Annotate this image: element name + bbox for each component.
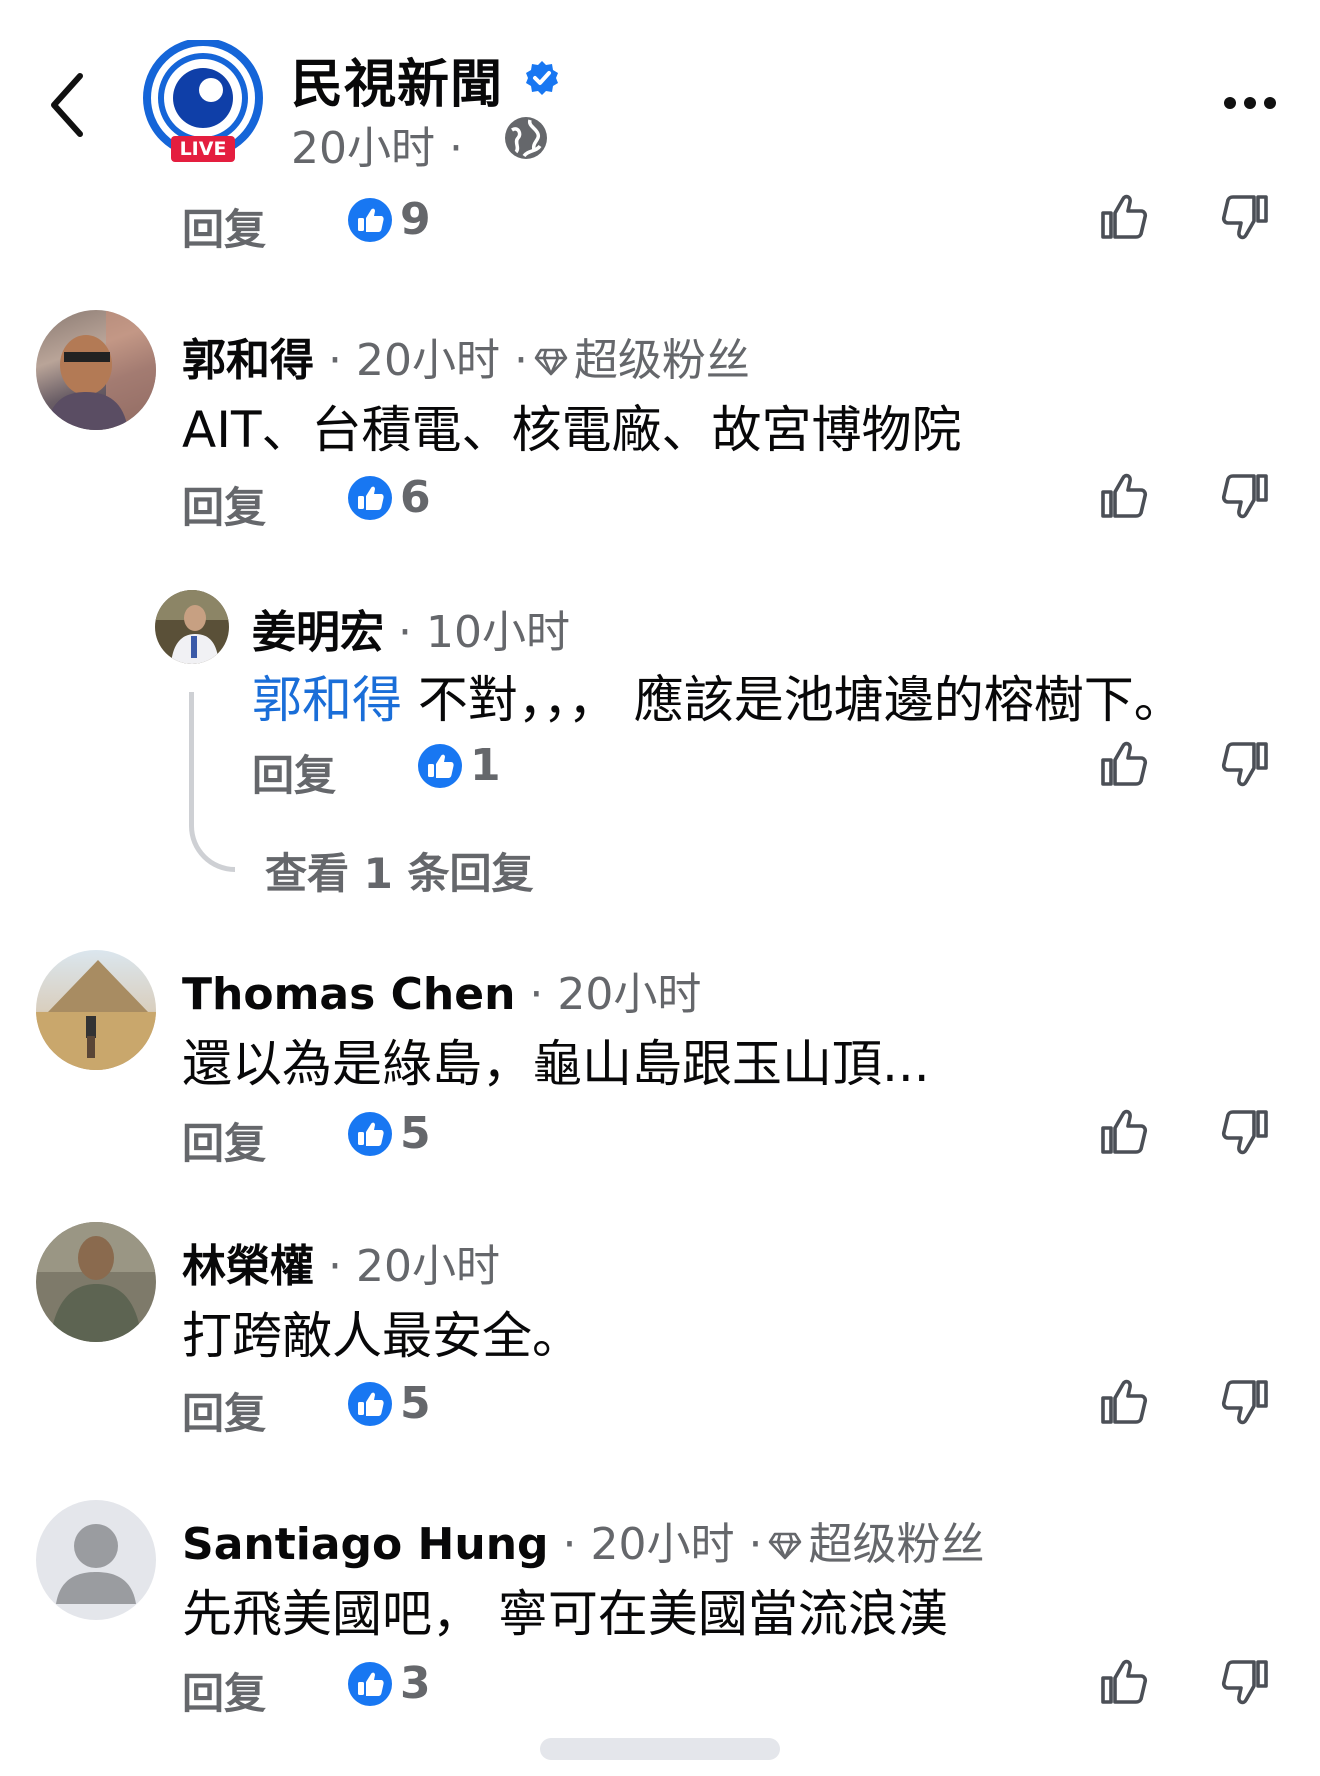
upvote-icon[interactable] (1097, 738, 1149, 790)
downvote-icon[interactable] (1220, 191, 1272, 243)
downvote-icon[interactable] (1220, 1376, 1272, 1428)
avatar[interactable] (36, 1222, 156, 1342)
comment-author[interactable]: 林榮權 (182, 1241, 314, 1292)
avatar[interactable] (36, 310, 156, 430)
like-count-number: 3 (400, 1658, 431, 1709)
avatar[interactable] (36, 1500, 156, 1620)
avatar[interactable] (36, 950, 156, 1070)
comment-text-container: 郭和得 不對，，， 應該是池塘邊的榕樹下。 (252, 660, 1184, 732)
reply-button[interactable]: 回复 (182, 474, 266, 535)
reaction-count[interactable]: 1 (418, 740, 501, 791)
like-count-number: 9 (400, 194, 431, 245)
like-reaction-icon (348, 198, 392, 242)
home-indicator (540, 1738, 780, 1760)
comment-timestamp: · 20小时 (529, 969, 702, 1020)
comment-text: AIT、台積電、核電廠、故宮博物院 (182, 401, 962, 459)
upvote-icon[interactable] (1097, 470, 1149, 522)
comment-author[interactable]: 郭和得 (182, 335, 314, 386)
mention-link[interactable]: 郭和得 (252, 671, 402, 729)
upvote-icon[interactable] (1097, 1376, 1149, 1428)
like-reaction-icon (348, 1112, 392, 1156)
comment-timestamp: · 20小时 · (562, 1519, 763, 1570)
reply-button[interactable]: 回复 (182, 1110, 266, 1171)
page-title[interactable]: 民視新聞 (291, 42, 503, 117)
upvote-icon[interactable] (1097, 1656, 1149, 1708)
diamond-icon (768, 1531, 802, 1561)
comment-author[interactable]: Santiago Hung (182, 1519, 549, 1570)
comment-meta: 林榮權 · 20小时 (182, 1230, 500, 1294)
comment-meta: 郭和得 · 20小时 · 超级粉丝 (182, 324, 750, 388)
top-fan-badge: 超级粉丝 (573, 335, 750, 386)
comment-text: 不對，，， 應該是池塘邊的榕樹下。 (417, 671, 1184, 729)
reply-button[interactable]: 回复 (182, 1380, 266, 1441)
reaction-count[interactable]: 6 (348, 472, 431, 523)
live-badge-text: LIVE (179, 138, 227, 160)
comment-timestamp: · 10小时 (398, 607, 570, 658)
comment-author[interactable]: 姜明宏 (252, 607, 384, 658)
reaction-count[interactable]: 5 (348, 1108, 431, 1159)
comment-timestamp: · 20小时 · (328, 335, 528, 386)
comment-text: 先飛美國吧， 寧可在美國當流浪漢 (182, 1585, 948, 1643)
avatar[interactable] (155, 590, 229, 664)
reply-button[interactable]: 回复 (252, 742, 336, 803)
comment-meta: 姜明宏 · 10小时 (252, 596, 570, 660)
like-count-number: 6 (400, 472, 431, 523)
globe-icon (502, 114, 550, 162)
like-reaction-icon (348, 1382, 392, 1426)
upvote-icon[interactable] (1097, 191, 1149, 243)
downvote-icon[interactable] (1220, 1656, 1272, 1708)
like-reaction-icon (418, 744, 462, 788)
more-options-button[interactable] (1222, 94, 1278, 112)
back-button[interactable] (44, 70, 104, 140)
verified-badge-icon (524, 60, 560, 96)
like-count-number: 5 (400, 1108, 431, 1159)
reply-thread-line (189, 692, 235, 872)
back-arrow-icon (51, 73, 83, 137)
downvote-icon[interactable] (1220, 470, 1272, 522)
top-fan-badge: 超级粉丝 (808, 1519, 985, 1570)
like-count-number: 5 (400, 1378, 431, 1429)
reply-button[interactable]: 回复 (182, 1660, 266, 1721)
comment-text: 還以為是綠島，龜山島跟玉山頂... (182, 1035, 930, 1093)
default-user-icon (56, 1524, 136, 1604)
more-options-icon (1224, 97, 1276, 109)
like-reaction-icon (348, 1662, 392, 1706)
comment-text: 打跨敵人最安全。 (182, 1307, 582, 1365)
downvote-icon[interactable] (1220, 738, 1272, 790)
reaction-count[interactable]: 5 (348, 1378, 431, 1429)
reaction-count[interactable]: 9 (348, 194, 431, 245)
comment-timestamp: · 20小时 (328, 1241, 500, 1292)
post-timestamp: 20小时 · (291, 123, 463, 174)
reaction-count[interactable]: 3 (348, 1658, 431, 1709)
page-avatar-logo[interactable]: LIVE (141, 38, 265, 164)
reply-button[interactable]: 回复 (182, 196, 266, 257)
like-reaction-icon (348, 476, 392, 520)
like-count-number: 1 (470, 740, 501, 791)
comment-meta: Thomas Chen · 20小时 (182, 958, 701, 1022)
downvote-icon[interactable] (1220, 1106, 1272, 1158)
view-more-replies-link[interactable]: 查看 1 条回复 (265, 840, 533, 901)
diamond-icon (534, 347, 568, 377)
comment-author[interactable]: Thomas Chen (182, 969, 515, 1020)
upvote-icon[interactable] (1097, 1106, 1149, 1158)
comment-meta: Santiago Hung · 20小时 · 超级粉丝 (182, 1508, 984, 1572)
